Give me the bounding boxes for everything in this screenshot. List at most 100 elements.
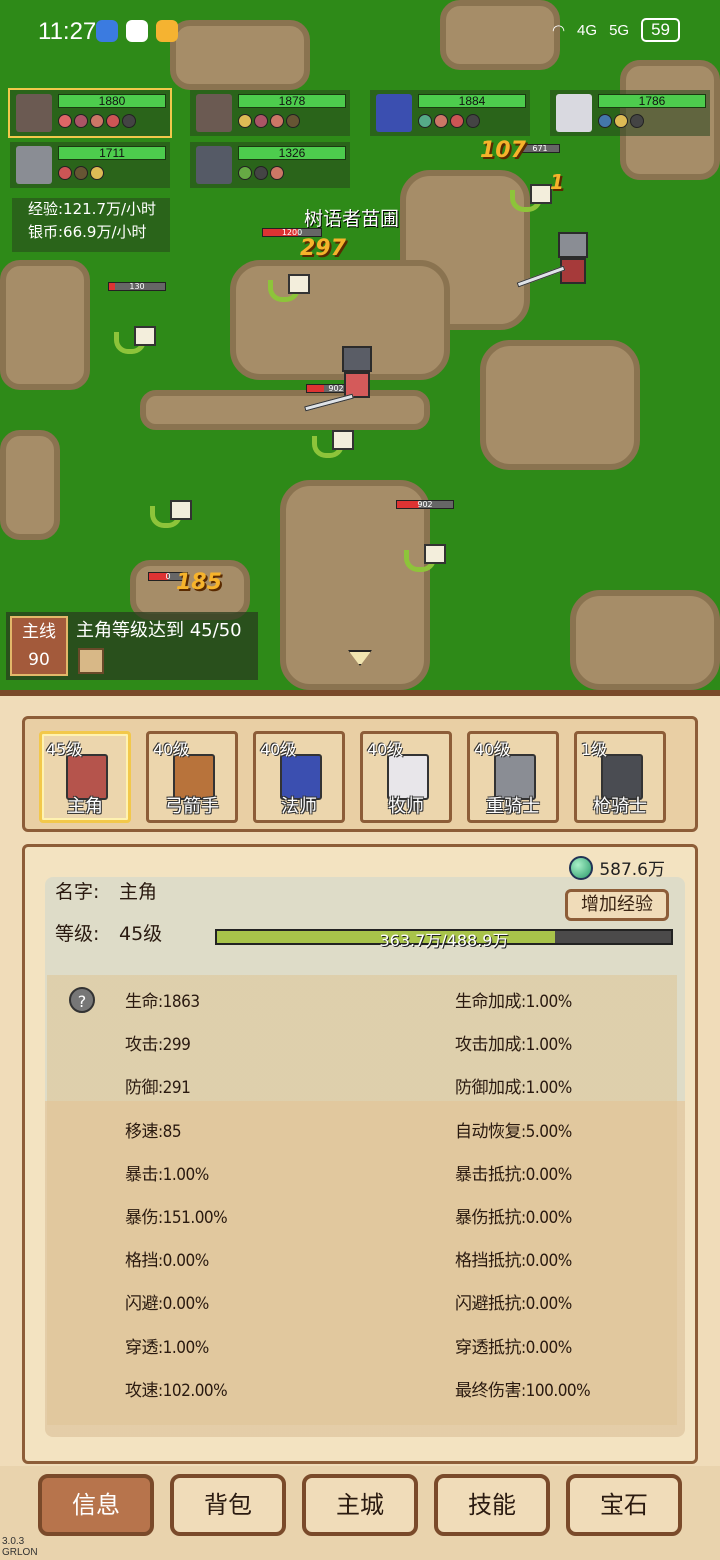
stat-right: 自动恢复:5.00% <box>455 1121 572 1142</box>
buff-icon <box>90 114 104 128</box>
quest-description: 主角等级达到 45/50 <box>76 620 242 641</box>
stat-right: 暴击抵抗:0.00% <box>455 1164 572 1185</box>
buff-icon <box>434 114 448 128</box>
tab-main-city[interactable]: 主城 <box>302 1474 418 1536</box>
role-card-priest[interactable]: 40级 牧师 <box>360 731 452 823</box>
stat-left: 攻速:102.00% <box>125 1380 228 1401</box>
gem-balance: 587.6万 <box>569 855 665 880</box>
hero-card[interactable]: 1880 <box>8 88 172 138</box>
hero-avatar <box>16 94 52 132</box>
buff-icon <box>254 166 268 180</box>
help-icon[interactable]: ? <box>69 987 95 1013</box>
hero-avatar <box>196 146 232 184</box>
role-level: 40级 <box>367 740 404 759</box>
level-label: 等级: <box>55 923 100 945</box>
buff-icon <box>630 114 644 128</box>
version-label: 3.0.3 GRLON <box>2 1536 38 1558</box>
monster-hp-bar: 130 <box>108 282 166 291</box>
character-panel: 45级 主角 40级 弓箭手 40级 法师 40级 牧师 40级 重骑士 1级 … <box>0 690 720 1560</box>
slug-monster[interactable] <box>268 270 312 306</box>
role-name: 牧师 <box>388 796 424 817</box>
exp-progress-text: 363.7万/488.9万 <box>379 931 509 950</box>
wifi-icon: ◠ <box>551 22 566 39</box>
stat-left: 生命:1863 <box>125 992 200 1012</box>
buff-icon <box>614 114 628 128</box>
role-name: 主角 <box>67 796 103 817</box>
hero-card[interactable]: 1878 <box>190 90 350 136</box>
penguin-app-icon <box>126 20 148 42</box>
role-card-mage[interactable]: 40级 法师 <box>253 731 345 823</box>
notification-app-icon <box>96 20 118 42</box>
role-name: 枪骑士 <box>593 796 647 817</box>
buff-list <box>418 114 480 128</box>
hero-hp-bar: 1711 <box>58 146 166 160</box>
role-level: 45级 <box>46 740 83 759</box>
role-level: 1级 <box>581 740 608 759</box>
buff-list <box>58 166 104 180</box>
hero-card[interactable]: 1884 <box>370 90 530 136</box>
stat-right: 生命加成:1.00% <box>455 992 572 1012</box>
tab-bag[interactable]: 背包 <box>170 1474 286 1536</box>
buff-icon <box>122 114 136 128</box>
main-quest-panel[interactable]: 主线 90 主角等级达到 45/50 <box>6 612 258 680</box>
buff-icon <box>270 166 284 180</box>
hero-avatar <box>556 94 592 132</box>
hero-avatar <box>376 94 412 132</box>
income-rates: 经验:121.7万/小时 银币:66.9万/小时 <box>12 198 170 252</box>
buff-list <box>238 166 284 180</box>
buff-list <box>598 114 644 128</box>
role-name: 法师 <box>281 796 317 817</box>
character-info: 587.6万 增加经验 名字: 主角 等级: 45级 363.7万/488.9万… <box>22 844 698 1464</box>
buff-icon <box>450 114 464 128</box>
role-card-lancer[interactable]: 1级 枪骑士 <box>574 731 666 823</box>
slug-monster[interactable] <box>312 426 356 462</box>
tab-gems[interactable]: 宝石 <box>566 1474 682 1536</box>
dirt-patch <box>0 260 90 390</box>
stat-right: 暴伤抵抗:0.00% <box>455 1208 572 1228</box>
damage-number: 297 <box>300 236 346 261</box>
slug-monster[interactable] <box>114 322 158 358</box>
character-roster: 45级 主角 40级 弓箭手 40级 法师 40级 牧师 40级 重骑士 1级 … <box>22 716 698 832</box>
hero-avatar <box>196 94 232 132</box>
role-card-archer[interactable]: 40级 弓箭手 <box>146 731 238 823</box>
role-card-heavy-knight[interactable]: 40级 重骑士 <box>467 731 559 823</box>
main-hero-sprite <box>336 346 380 402</box>
hero-hp-bar: 1884 <box>418 94 526 108</box>
stat-left: 格挡:0.00% <box>125 1251 209 1272</box>
dirt-patch <box>140 390 430 430</box>
role-level: 40级 <box>260 740 297 759</box>
damage-number: 1 <box>550 170 564 194</box>
add-exp-button[interactable]: 增加经验 <box>565 889 669 921</box>
slug-monster[interactable] <box>510 180 554 216</box>
bottom-tab-bar: 信息 背包 主城 技能 宝石 3.0.3 GRLON <box>0 1466 720 1560</box>
stat-left: 暴击:1.00% <box>125 1164 209 1185</box>
stat-right: 闪避抵抗:0.00% <box>455 1294 572 1315</box>
hero-hp-bar: 1878 <box>238 94 346 108</box>
name-label: 名字: <box>55 881 100 903</box>
stat-right: 穿透抵抗:0.00% <box>455 1337 572 1358</box>
buff-icon <box>90 166 104 180</box>
hero-avatar <box>16 146 52 184</box>
hero-hp-bar: 1326 <box>238 146 346 160</box>
stat-left: 防御:291 <box>125 1078 191 1099</box>
slug-monster[interactable] <box>404 540 448 576</box>
role-card-protagonist[interactable]: 45级 主角 <box>39 731 131 823</box>
gem-icon <box>569 855 594 880</box>
buff-list <box>58 114 136 128</box>
map-name: 树语者苗圃 <box>304 208 400 230</box>
role-name: 重骑士 <box>486 796 540 817</box>
silver-rate: 银币:66.9万/小时 <box>28 223 147 241</box>
slug-monster[interactable] <box>150 496 194 532</box>
knight-sprite <box>552 232 596 288</box>
hero-card[interactable]: 1711 <box>10 142 170 188</box>
monster-hp-bar: 671 <box>520 144 560 153</box>
signal-4g-icon: 4G <box>577 21 598 39</box>
tab-info[interactable]: 信息 <box>38 1474 154 1536</box>
hero-card[interactable]: 1786 <box>550 90 710 136</box>
buff-list <box>238 114 300 128</box>
hero-card[interactable]: 1326 <box>190 142 350 188</box>
tab-skills[interactable]: 技能 <box>434 1474 550 1536</box>
quest-reward-icon <box>78 648 104 674</box>
dirt-patch <box>0 430 60 540</box>
gem-count: 587.6万 <box>599 860 665 880</box>
